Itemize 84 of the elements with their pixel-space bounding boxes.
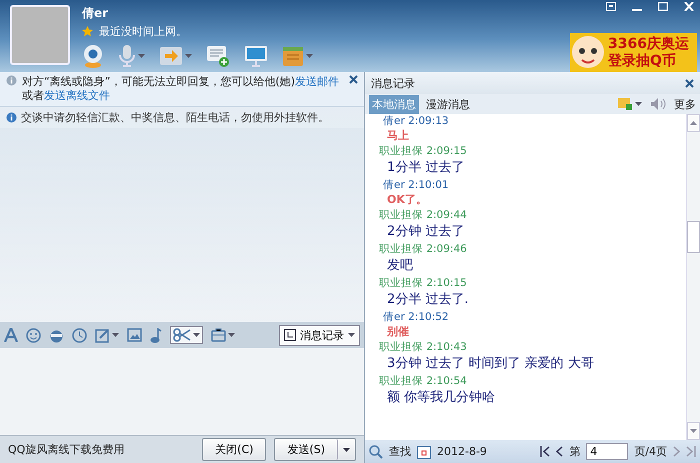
promo-text[interactable]: QQ旋风离线下载免费用 — [8, 442, 194, 457]
music-note-icon[interactable] — [150, 328, 162, 342]
message-text: 2分半 过去了. — [386, 291, 470, 309]
caret-icon[interactable] — [635, 102, 642, 106]
page-total: 页/4页 — [634, 444, 667, 459]
message-text: 别催 — [386, 324, 410, 340]
message-header: 职业担保 2:09:46 — [379, 242, 468, 256]
smiley-icon[interactable] — [26, 328, 41, 342]
contact-name: 倩er — [82, 5, 110, 22]
caret-icon[interactable] — [185, 54, 192, 58]
message-text: 额 你等我几分钟哈 — [386, 389, 496, 407]
monitor-icon[interactable] — [244, 45, 268, 67]
close-icon[interactable] — [349, 75, 358, 84]
panel-title: 消息记录 — [371, 76, 415, 90]
notice-text: 对方“离线或隐身”，可能无法立即回复，您可以给他(她) — [22, 75, 295, 89]
send-button[interactable]: 发送(S) — [275, 439, 338, 460]
message-header: 倩er 2:09:13 — [382, 114, 450, 128]
page-label: 第 — [569, 444, 580, 459]
app-box-icon[interactable] — [282, 45, 304, 67]
page-field[interactable]: 4 — [586, 443, 628, 460]
message-text: OK了。 — [386, 192, 428, 208]
font-icon[interactable] — [4, 328, 18, 342]
cartoon-face-icon — [570, 34, 606, 71]
notice-text: 或者 — [22, 89, 44, 103]
ad-banner[interactable]: 3366庆奥运 登录抽Q币 — [570, 33, 697, 72]
notice-link[interactable]: 发送邮件 — [294, 75, 339, 89]
calendar-icon[interactable] — [417, 444, 431, 458]
microphone-icon[interactable] — [118, 44, 136, 68]
caret-icon[interactable] — [228, 333, 235, 337]
speaker-icon[interactable] — [650, 97, 666, 111]
notice-link[interactable]: 发送离线文件 — [44, 89, 110, 103]
more-link[interactable]: 更多 — [674, 96, 696, 112]
message-header: 职业担保 2:09:15 — [379, 144, 468, 158]
edit-icon[interactable] — [95, 328, 110, 342]
previous-page-icon[interactable] — [556, 446, 564, 457]
message-text: 2分钟 过去了 — [386, 223, 466, 241]
last-page-icon[interactable] — [686, 446, 696, 457]
close-button[interactable]: 关闭(C) — [202, 438, 266, 461]
caret-icon[interactable] — [138, 54, 145, 58]
message-text: 发吧 — [386, 257, 414, 275]
webcam-icon[interactable] — [82, 44, 104, 68]
info-icon — [6, 75, 17, 86]
caret-icon[interactable] — [306, 54, 313, 58]
message-header: 倩er 2:10:01 — [382, 178, 450, 192]
search-icon[interactable] — [369, 444, 383, 458]
scroll-up-icon[interactable] — [690, 121, 697, 125]
history-icon — [284, 329, 296, 341]
caret-icon — [343, 448, 350, 452]
message-header: 职业担保 2:09:44 — [379, 208, 468, 222]
message-header: 职业担保 2:10:54 — [379, 374, 468, 388]
file-transfer-icon[interactable] — [159, 46, 183, 66]
scroll-down-icon[interactable] — [690, 429, 697, 433]
message-header: 倩er 2:10:52 — [382, 310, 450, 324]
info-icon — [6, 112, 17, 123]
ad-headline: 3366庆奥运 — [608, 36, 689, 52]
caret-icon[interactable] — [193, 333, 200, 337]
avatar-photo-placeholder — [10, 5, 70, 65]
maximize-icon[interactable] — [658, 2, 668, 11]
message-text: 1分半 过去了 — [386, 159, 466, 177]
screenshot-button[interactable] — [170, 326, 203, 344]
caret-icon[interactable] — [348, 333, 355, 337]
message-add-icon[interactable] — [206, 44, 230, 68]
message-text: 3分钟 过去了 时间到了 亲爱的 大哥 — [386, 355, 595, 373]
toolbox-icon[interactable] — [211, 328, 226, 342]
find-link[interactable]: 查找 — [389, 444, 411, 459]
scrollbar[interactable] — [686, 114, 700, 440]
history-tab[interactable]: 漫游消息 — [423, 94, 473, 114]
message-text: 马上 — [386, 128, 410, 144]
scissors-icon — [173, 328, 191, 342]
message-history-button[interactable]: 消息记录 — [279, 324, 360, 346]
scrollbar-thumb[interactable] — [687, 221, 700, 253]
date-text[interactable]: 2012-8-9 — [437, 445, 487, 458]
next-page-icon[interactable] — [673, 446, 680, 457]
message-header: 职业担保 2:10:43 — [379, 340, 468, 354]
status-message: 最近没时间上网。 — [99, 24, 187, 39]
image-icon[interactable] — [127, 328, 142, 342]
clock-icon[interactable] — [72, 328, 87, 342]
close-icon[interactable] — [685, 78, 694, 88]
message-header: 职业担保 2:10:15 — [379, 276, 468, 290]
ad-subline: 登录抽Q币 — [608, 52, 677, 70]
safety-tip: 交谈中请勿轻信汇款、中奖信息、陌生电话，勿使用外挂软件。 — [21, 110, 329, 125]
star-icon — [82, 26, 93, 37]
first-page-icon[interactable] — [540, 446, 550, 457]
caret-icon[interactable] — [112, 333, 119, 337]
